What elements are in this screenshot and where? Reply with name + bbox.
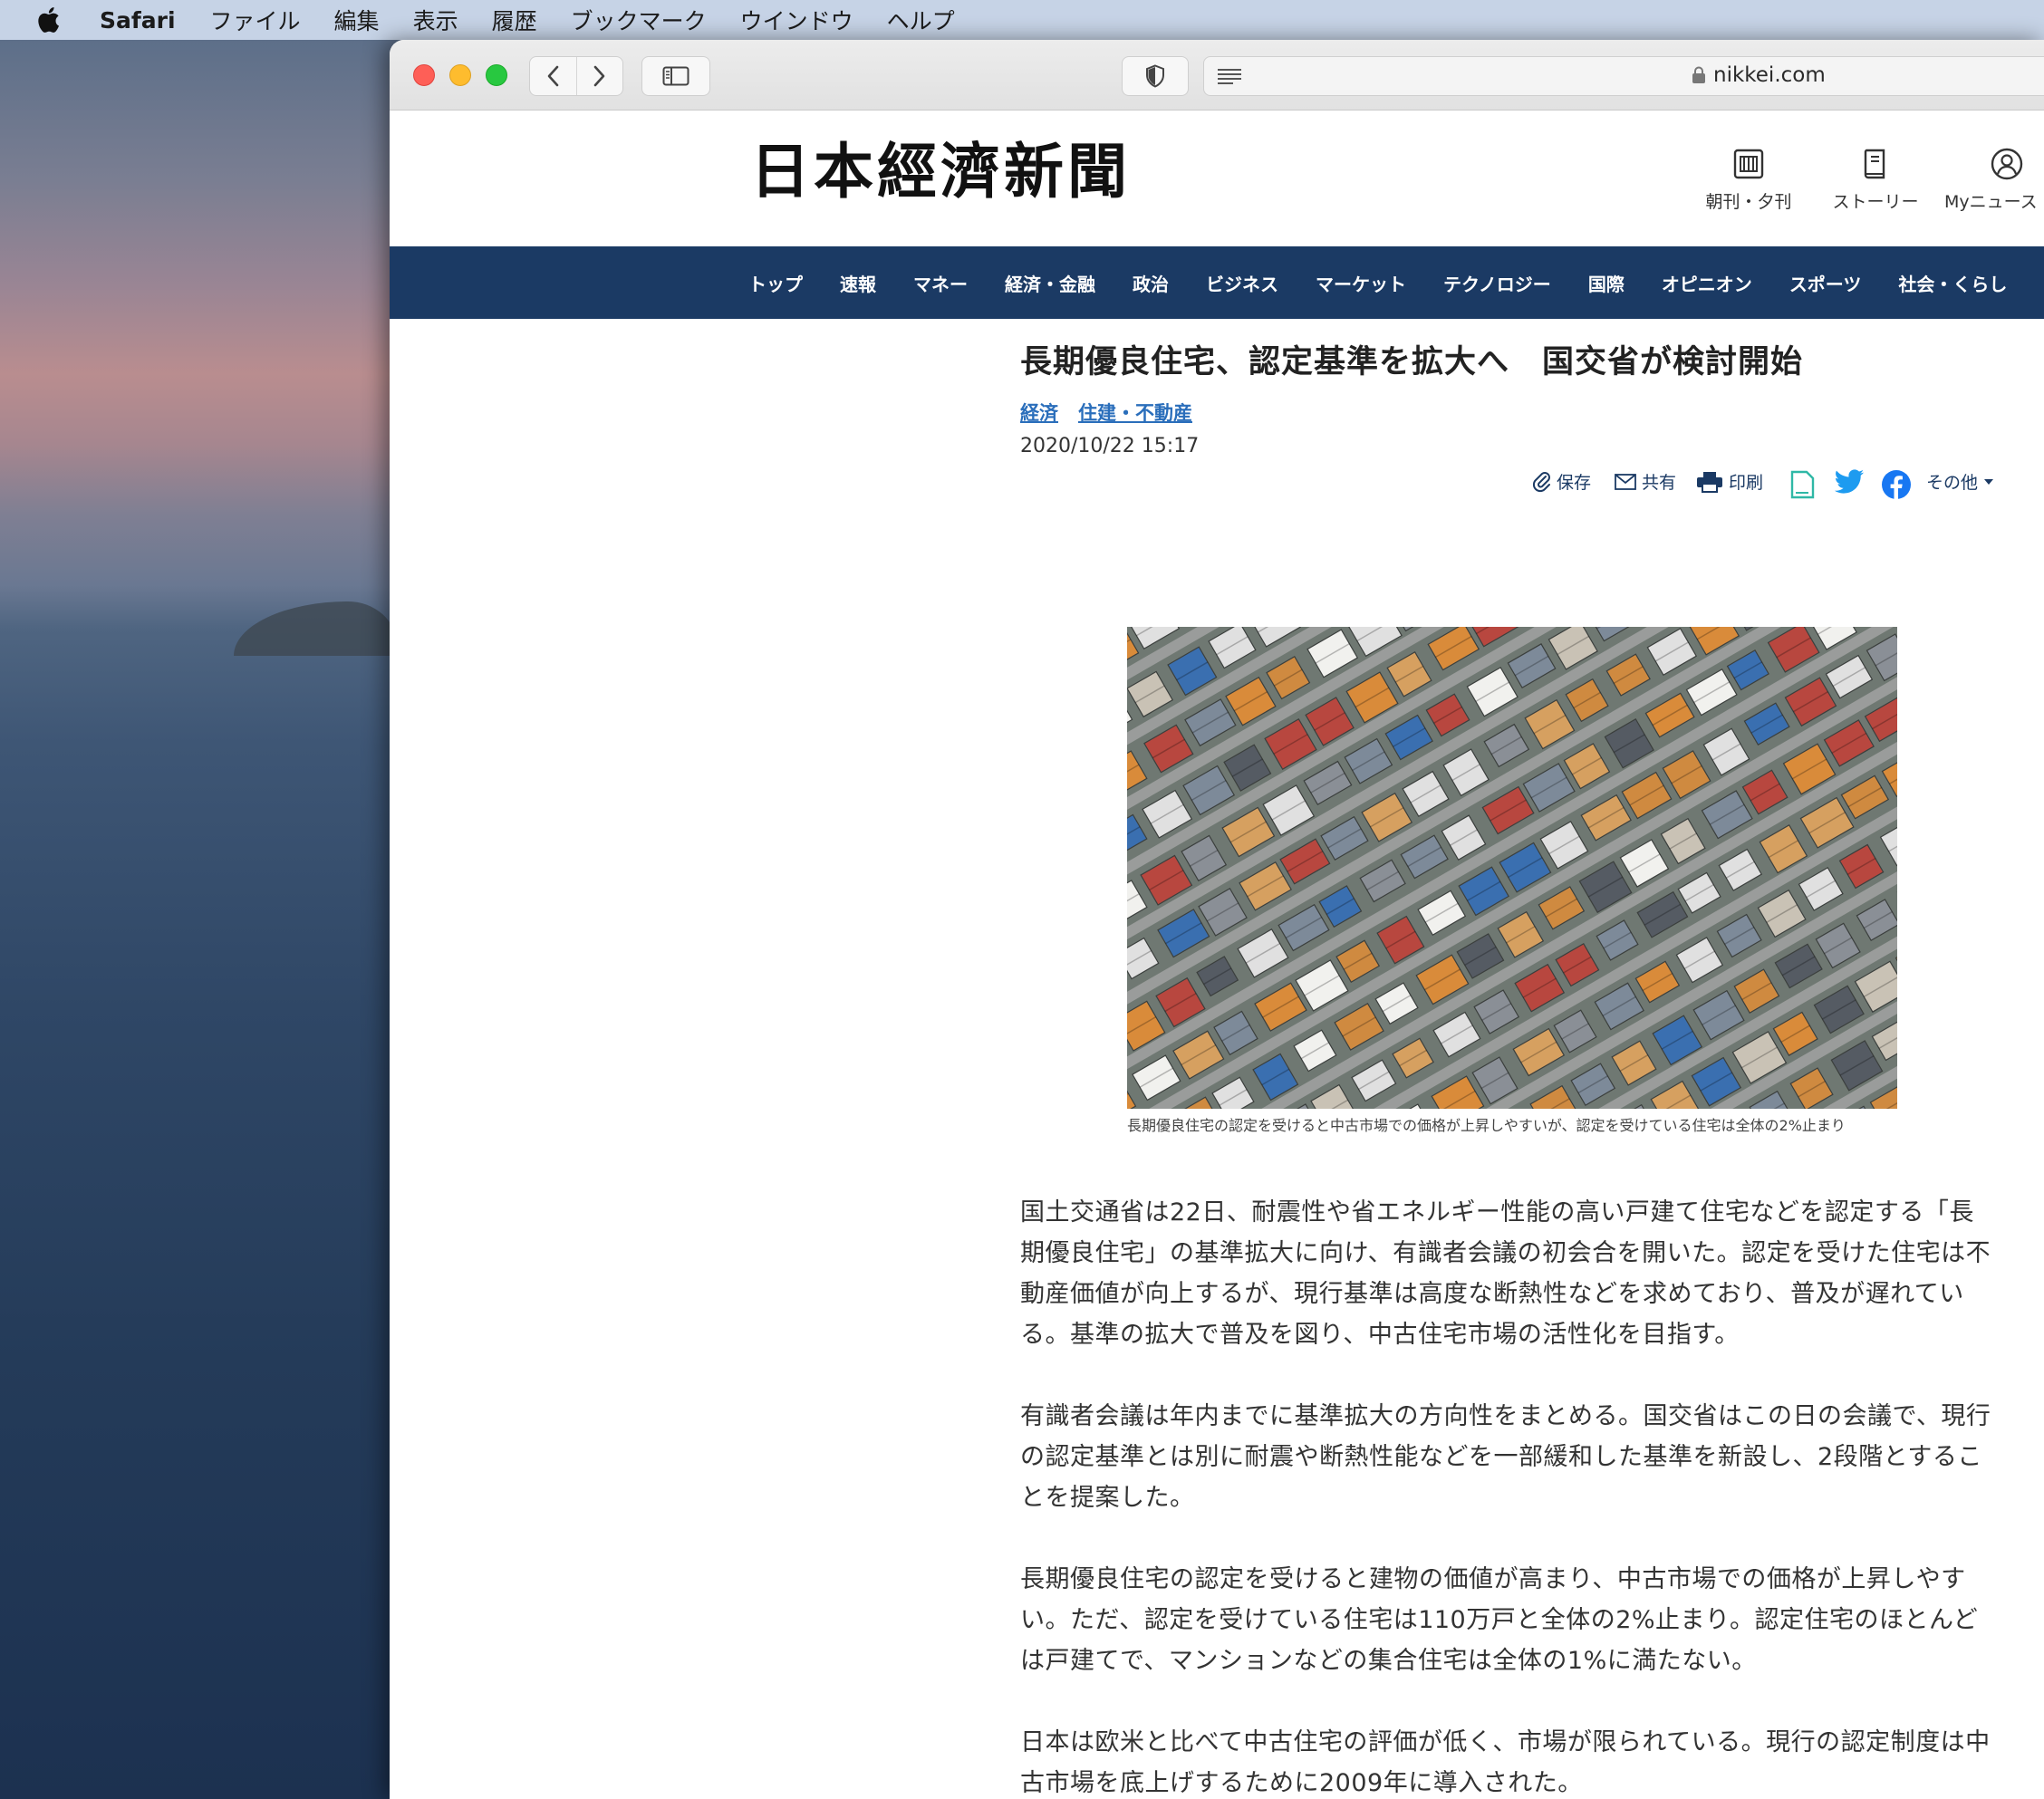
menu-bookmarks[interactable]: ブックマーク xyxy=(571,4,707,36)
article-headline: 長期優良住宅、認定基準を拡大へ 国交省が検討開始 xyxy=(1020,344,1804,380)
menu-edit[interactable]: 編集 xyxy=(334,4,380,36)
tag-real-estate[interactable]: 住建・不動産 xyxy=(1078,399,1192,426)
nav-technology[interactable]: テクノロジー xyxy=(1443,270,1551,296)
article-paragraph: 長期優良住宅の認定を受けると建物の価値が高まり、中古市場での価格が上昇しやすい。… xyxy=(1020,1565,1979,1675)
nav-breaking[interactable]: 速報 xyxy=(840,270,876,296)
mail-share-label: 共有 xyxy=(1642,473,1677,493)
privacy-report-button[interactable] xyxy=(1122,56,1189,96)
url-text: nikkei.com xyxy=(1713,63,1826,87)
reader-view-icon[interactable] xyxy=(1217,67,1242,89)
article-paragraph: 国土交通省は22日、耐震性や省エネルギー性能の高い戸建て住宅などを認定する「長期… xyxy=(1020,1198,1991,1349)
menu-app-safari[interactable]: Safari xyxy=(100,7,176,34)
menu-bar: Safari ファイル 編集 表示 履歴 ブックマーク ウインドウ ヘルプ xyxy=(0,0,2044,40)
story-link[interactable]: ストーリー xyxy=(1821,145,1930,213)
url-display[interactable]: nikkei.com xyxy=(1692,63,1826,87)
more-share-label: その他 xyxy=(1926,473,1979,493)
safari-window: nikkei.com 日本經濟新聞 朝刊・夕刊 ストーリー Myニュース トップ xyxy=(390,40,2044,1799)
close-window-button[interactable] xyxy=(413,64,435,86)
nav-money[interactable]: マネー xyxy=(913,270,968,296)
tag-economy[interactable]: 経済 xyxy=(1020,399,1058,426)
address-bar[interactable]: nikkei.com xyxy=(1203,56,2044,96)
nav-international[interactable]: 国際 xyxy=(1588,270,1625,296)
article: 長期優良住宅、認定基準を拡大へ 国交省が検討開始 経済 住建・不動産 2020/… xyxy=(1020,342,2020,1797)
nav-politics[interactable]: 政治 xyxy=(1133,270,1169,296)
nav-opinion[interactable]: オピニオン xyxy=(1662,270,1752,296)
paperclip-icon xyxy=(1533,471,1550,492)
article-body: 国土交通省は22日、耐震性や省エネルギー性能の高い戸建て住宅などを認定する「長期… xyxy=(1020,1192,1999,1799)
browser-toolbar: nikkei.com xyxy=(390,40,2044,111)
minimize-window-button[interactable] xyxy=(449,64,471,86)
article-paragraph: 有識者会議は年内までに基準拡大の方向性をまとめる。国交省はこの日の会議で、現行の… xyxy=(1020,1402,1991,1512)
nav-society[interactable]: 社会・くらし xyxy=(1898,270,2007,296)
user-circle-icon xyxy=(1944,145,2044,183)
nav-top[interactable]: トップ xyxy=(748,270,803,296)
morning-evening-edition-link[interactable]: 朝刊・夕刊 xyxy=(1694,145,1803,213)
book-icon xyxy=(1821,145,1930,183)
menu-view[interactable]: 表示 xyxy=(413,4,458,36)
morning-evening-edition-label: 朝刊・夕刊 xyxy=(1705,192,1792,212)
story-label: ストーリー xyxy=(1832,192,1919,212)
mail-icon xyxy=(1615,473,1636,490)
twitter-share-button[interactable] xyxy=(1834,469,1865,495)
back-button[interactable] xyxy=(530,57,576,95)
twitter-icon xyxy=(1834,469,1864,494)
main-nav: トップ 速報 マネー 経済・金融 政治 ビジネス マーケット テクノロジー 国際… xyxy=(390,246,2044,319)
site-logo[interactable]: 日本經濟新聞 xyxy=(750,141,1131,201)
article-timestamp: 2020/10/22 15:17 xyxy=(1020,434,1200,457)
menu-file[interactable]: ファイル xyxy=(210,4,301,36)
menu-history[interactable]: 履歴 xyxy=(492,4,537,36)
nav-sports[interactable]: スポーツ xyxy=(1789,270,1862,296)
printer-icon xyxy=(1697,471,1722,493)
menu-window[interactable]: ウインドウ xyxy=(740,4,853,36)
forward-button[interactable] xyxy=(575,57,622,95)
menu-help[interactable]: ヘルプ xyxy=(887,4,955,36)
facebook-share-button[interactable] xyxy=(1881,469,1912,500)
facebook-icon xyxy=(1882,470,1911,499)
my-news-link[interactable]: Myニュース xyxy=(1944,145,2044,213)
chevron-left-icon xyxy=(548,65,559,87)
article-tags: 経済 住建・不動産 xyxy=(1020,399,2020,426)
save-label: 保存 xyxy=(1557,473,1592,493)
notebook-share-button[interactable] xyxy=(1788,469,1816,500)
photo-caption: 長期優良住宅の認定を受けると中古市場での価格が上昇しやすいが、認定を受けている住… xyxy=(1127,1117,1846,1134)
nav-economy-finance[interactable]: 経済・金融 xyxy=(1005,270,1095,296)
newspaper-icon xyxy=(1694,145,1803,183)
lock-icon xyxy=(1692,66,1705,83)
print-button[interactable]: 印刷 xyxy=(1696,469,1763,494)
notebook-icon xyxy=(1790,470,1815,499)
fullscreen-window-button[interactable] xyxy=(486,64,507,86)
sidebar-icon xyxy=(662,66,689,86)
article-photo[interactable] xyxy=(1127,627,1897,1109)
my-news-label: Myニュース xyxy=(1944,192,2038,212)
apple-menu-icon[interactable] xyxy=(36,5,63,34)
nav-business[interactable]: ビジネス xyxy=(1206,270,1278,296)
mail-share-button[interactable]: 共有 xyxy=(1615,469,1676,494)
caret-down-icon xyxy=(1984,478,1994,485)
shield-icon xyxy=(1146,64,1164,88)
more-share-button[interactable]: その他 xyxy=(1926,469,1994,494)
sidebar-toggle-button[interactable] xyxy=(641,56,710,96)
share-toolbar: 保存 共有 印刷 その他 xyxy=(1020,469,1999,505)
print-label: 印刷 xyxy=(1729,473,1764,493)
chevron-right-icon xyxy=(593,65,605,87)
nav-market[interactable]: マーケット xyxy=(1316,270,1406,296)
save-button[interactable]: 保存 xyxy=(1533,469,1591,494)
history-nav-group xyxy=(529,56,623,96)
article-paragraph: 日本は欧米と比べて中古住宅の評価が低く、市場が限られている。現行の認定制度は中古… xyxy=(1020,1728,1991,1797)
site-header: 日本經濟新聞 朝刊・夕刊 ストーリー Myニュース xyxy=(390,111,2044,246)
